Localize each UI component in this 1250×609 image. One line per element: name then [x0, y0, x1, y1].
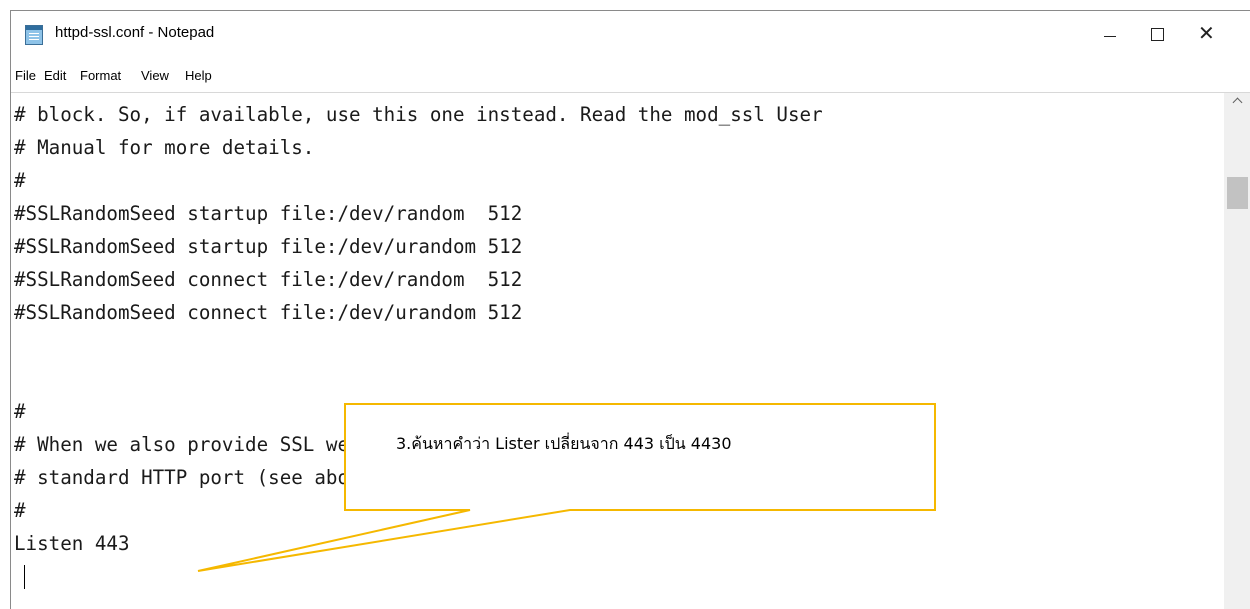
code-line: # standard HTTP port (see above) and to …	[14, 466, 638, 489]
code-line: #SSLRandomSeed startup file:/dev/urandom…	[14, 235, 523, 258]
maximize-button[interactable]	[1135, 11, 1181, 59]
code-line: #	[14, 400, 26, 423]
code-line: Listen 443	[14, 532, 130, 555]
text-caret	[24, 565, 25, 589]
code-line: # block. So, if available, use this one …	[14, 103, 823, 126]
close-button[interactable]: ✕	[1183, 11, 1229, 59]
menu-bar: File Edit Format View Help	[11, 59, 1250, 93]
close-icon: ✕	[1198, 21, 1215, 45]
text-editor-area[interactable]	[11, 93, 1223, 609]
callout-text: 3.ค้นหาคำว่า Lister เปลี่ยนจาก 443 เป็น …	[396, 434, 732, 453]
minimize-icon	[1104, 36, 1116, 37]
code-line: # Manual for more details.	[14, 136, 315, 159]
maximize-icon	[1151, 28, 1164, 41]
code-line: #	[14, 499, 26, 522]
scroll-thumb[interactable]	[1227, 177, 1248, 209]
menu-view[interactable]: View	[141, 68, 169, 83]
code-line: #SSLRandomSeed connect file:/dev/random …	[14, 268, 523, 291]
title-bar[interactable]: httpd-ssl.conf - Notepad ✕	[11, 11, 1250, 59]
minimize-button[interactable]	[1087, 11, 1133, 59]
menu-help[interactable]: Help	[185, 68, 212, 83]
vertical-scrollbar[interactable]	[1224, 93, 1250, 609]
notepad-icon	[25, 25, 43, 45]
code-line: #SSLRandomSeed connect file:/dev/urandom…	[14, 301, 523, 324]
code-line: #SSLRandomSeed startup file:/dev/random …	[14, 202, 523, 225]
window-title: httpd-ssl.conf - Notepad	[55, 24, 215, 41]
menu-format[interactable]: Format	[80, 68, 121, 83]
chevron-up-icon[interactable]	[1233, 97, 1243, 107]
menu-edit[interactable]: Edit	[44, 68, 66, 83]
code-line: #	[14, 169, 26, 192]
menu-file[interactable]: File	[15, 68, 36, 83]
